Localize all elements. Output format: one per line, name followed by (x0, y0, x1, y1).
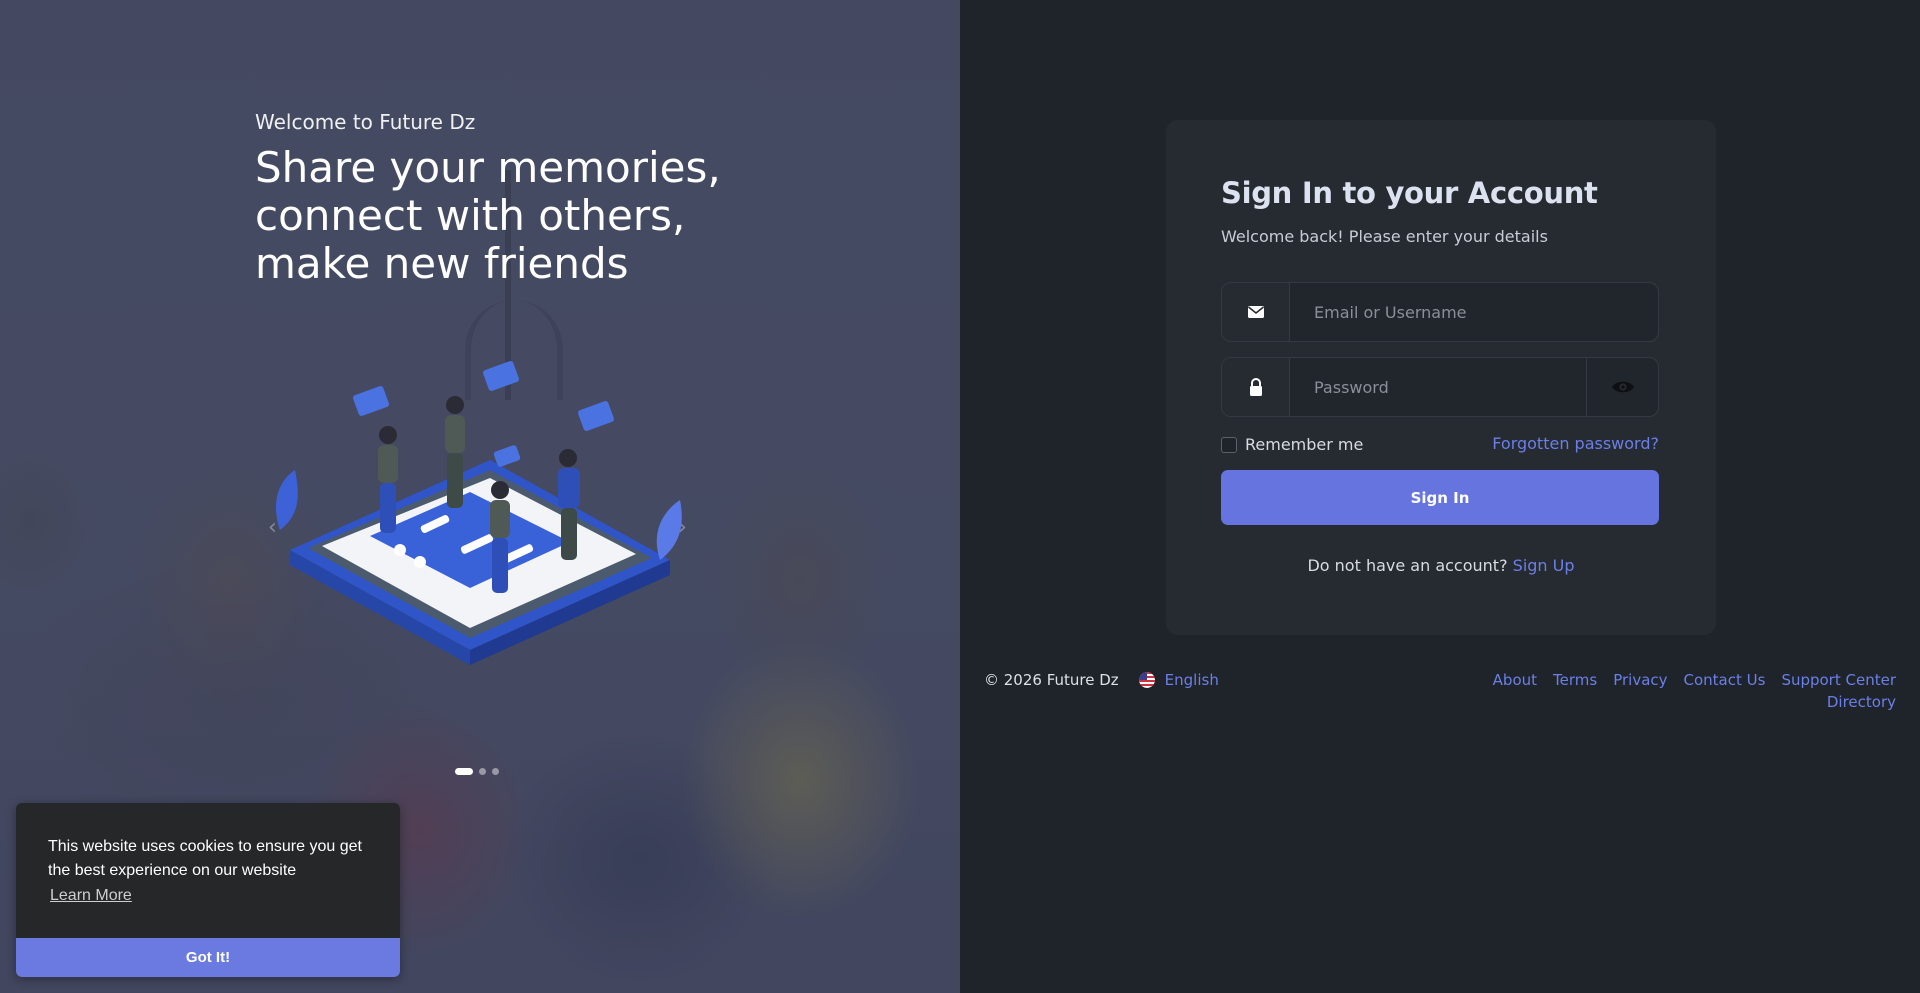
cookie-message: This website uses cookies to ensure you … (48, 838, 362, 879)
hero-headline-line: connect with others, (255, 191, 686, 240)
login-subtitle: Welcome back! Please enter your details (1221, 227, 1548, 246)
hero-welcome: Welcome to Future Dz (255, 110, 476, 134)
language-selector[interactable]: English (1138, 671, 1219, 689)
no-account-text: Do not have an account? (1307, 556, 1508, 575)
footer-left: © 2026 Future Dz English (984, 671, 1219, 689)
footer-link-privacy[interactable]: Privacy (1613, 671, 1667, 689)
email-field-group (1221, 282, 1659, 342)
envelope-icon (1222, 283, 1290, 341)
sign-in-button[interactable]: Sign In (1221, 470, 1659, 525)
remember-label: Remember me (1245, 435, 1364, 454)
social-illustration (275, 361, 682, 665)
copyright: © 2026 Future Dz (984, 671, 1119, 689)
hero-headline-line: make new friends (255, 239, 629, 288)
hero-panel: Welcome to Future Dz Share your memories… (0, 0, 960, 993)
login-panel: Sign In to your Account Welcome back! Pl… (960, 0, 1920, 993)
carousel-dot[interactable] (492, 768, 499, 775)
remember-me[interactable]: Remember me (1221, 435, 1363, 454)
carousel-dot[interactable] (479, 768, 486, 775)
hero-text: Welcome to Future Dz Share your memories… (255, 110, 775, 288)
language-label: English (1164, 671, 1219, 689)
carousel-indicators (455, 768, 499, 775)
lock-icon (1222, 358, 1290, 416)
footer-link-contact[interactable]: Contact Us (1684, 671, 1766, 689)
login-title: Sign In to your Account (1221, 176, 1598, 210)
footer-links: About Terms Privacy Contact Us Support C… (1456, 671, 1896, 711)
sign-up-link[interactable]: Sign Up (1513, 556, 1575, 575)
remember-checkbox[interactable] (1221, 436, 1237, 453)
hero-headline: Share your memories, connect with others… (255, 144, 775, 288)
carousel-dot[interactable] (455, 768, 473, 775)
forgot-password-link[interactable]: Forgotten password? (1492, 434, 1659, 453)
cookie-learn-more-link[interactable]: Learn More (50, 887, 132, 905)
cookie-accept-button[interactable]: Got It! (16, 938, 400, 977)
signup-row: Do not have an account? Sign Up (1166, 556, 1716, 575)
hero-headline-line: Share your memories, (255, 143, 721, 192)
us-flag-icon (1138, 672, 1155, 688)
footer-link-directory[interactable]: Directory (1827, 693, 1896, 711)
password-field-group (1221, 357, 1659, 417)
footer-link-support[interactable]: Support Center (1781, 671, 1896, 689)
password-input[interactable] (1290, 358, 1586, 416)
cookie-banner: This website uses cookies to ensure you … (16, 803, 400, 977)
footer-link-about[interactable]: About (1493, 671, 1537, 689)
eye-icon[interactable] (1586, 358, 1658, 416)
footer-link-terms[interactable]: Terms (1553, 671, 1597, 689)
login-card: Sign In to your Account Welcome back! Pl… (1166, 120, 1716, 635)
email-input[interactable] (1290, 283, 1658, 341)
